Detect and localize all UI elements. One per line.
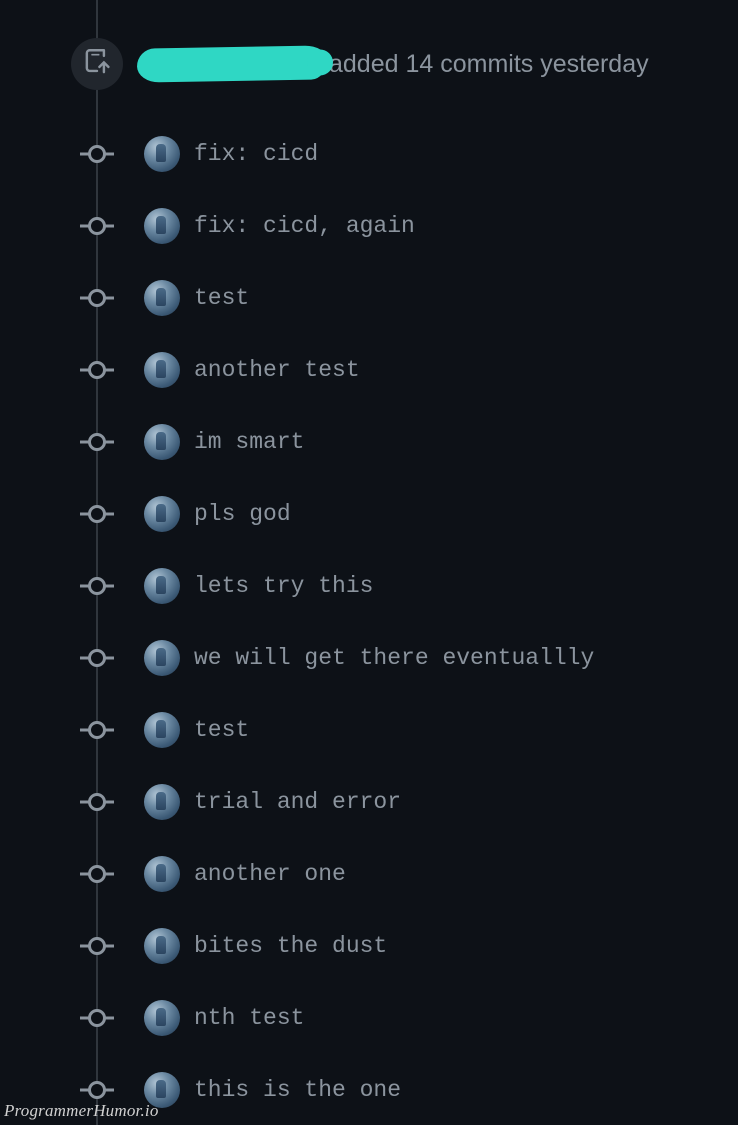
- commit-node-icon: [80, 361, 114, 379]
- avatar[interactable]: [144, 568, 180, 604]
- commit-node-icon: [80, 1081, 114, 1099]
- commit-message[interactable]: trial and error: [194, 789, 401, 815]
- commit-node-icon: [80, 217, 114, 235]
- commit-row[interactable]: test: [0, 262, 738, 334]
- avatar[interactable]: [144, 856, 180, 892]
- commit-node-icon: [80, 793, 114, 811]
- avatar[interactable]: [144, 712, 180, 748]
- commit-row[interactable]: another test: [0, 334, 738, 406]
- avatar[interactable]: [144, 784, 180, 820]
- commit-node-icon: [80, 937, 114, 955]
- commit-node-icon: [80, 505, 114, 523]
- commit-timeline: added 14 commits yesterday fix: cicdfix:…: [0, 0, 738, 1125]
- commit-message[interactable]: lets try this: [194, 573, 373, 599]
- push-event-badge: [71, 38, 123, 90]
- commit-message[interactable]: this is the one: [194, 1077, 401, 1103]
- commit-row[interactable]: we will get there eventuallly: [0, 622, 738, 694]
- commit-message[interactable]: pls god: [194, 501, 291, 527]
- commit-row[interactable]: trial and error: [0, 766, 738, 838]
- avatar[interactable]: [144, 424, 180, 460]
- commit-row[interactable]: lets try this: [0, 550, 738, 622]
- avatar[interactable]: [144, 352, 180, 388]
- commit-message[interactable]: nth test: [194, 1005, 304, 1031]
- commit-row[interactable]: fix: cicd, again: [0, 190, 738, 262]
- commit-message[interactable]: we will get there eventuallly: [194, 645, 594, 671]
- commit-message[interactable]: another one: [194, 861, 346, 887]
- commit-node-icon: [80, 721, 114, 739]
- commit-row[interactable]: pls god: [0, 478, 738, 550]
- commit-node-icon: [80, 649, 114, 667]
- commit-message[interactable]: another test: [194, 357, 360, 383]
- avatar[interactable]: [144, 1000, 180, 1036]
- commit-row[interactable]: bites the dust: [0, 910, 738, 982]
- timeline-header: added 14 commits yesterday: [0, 0, 738, 118]
- commit-row[interactable]: nth test: [0, 982, 738, 1054]
- commit-row[interactable]: test: [0, 694, 738, 766]
- avatar[interactable]: [144, 280, 180, 316]
- commit-message[interactable]: test: [194, 285, 249, 311]
- commit-node-icon: [80, 1009, 114, 1027]
- watermark: ProgrammerHumor.io: [4, 1101, 159, 1121]
- avatar[interactable]: [144, 136, 180, 172]
- commit-node-icon: [80, 577, 114, 595]
- header-text: added 14 commits yesterday: [329, 50, 649, 79]
- commit-row[interactable]: im smart: [0, 406, 738, 478]
- commit-message[interactable]: fix: cicd: [194, 141, 318, 167]
- commit-message[interactable]: bites the dust: [194, 933, 387, 959]
- avatar[interactable]: [144, 208, 180, 244]
- commit-node-icon: [80, 145, 114, 163]
- commit-row[interactable]: another one: [0, 838, 738, 910]
- commit-message[interactable]: im smart: [194, 429, 304, 455]
- avatar[interactable]: [144, 640, 180, 676]
- commit-row[interactable]: fix: cicd: [0, 118, 738, 190]
- commit-node-icon: [80, 289, 114, 307]
- repo-push-icon: [84, 49, 110, 80]
- commit-node-icon: [80, 865, 114, 883]
- avatar[interactable]: [144, 496, 180, 532]
- commit-message[interactable]: test: [194, 717, 249, 743]
- commit-list: fix: cicd fix: cicd, again test another tes…: [0, 118, 738, 1125]
- avatar[interactable]: [144, 928, 180, 964]
- commit-message[interactable]: fix: cicd, again: [194, 213, 415, 239]
- redacted-username: [137, 45, 328, 82]
- commit-node-icon: [80, 433, 114, 451]
